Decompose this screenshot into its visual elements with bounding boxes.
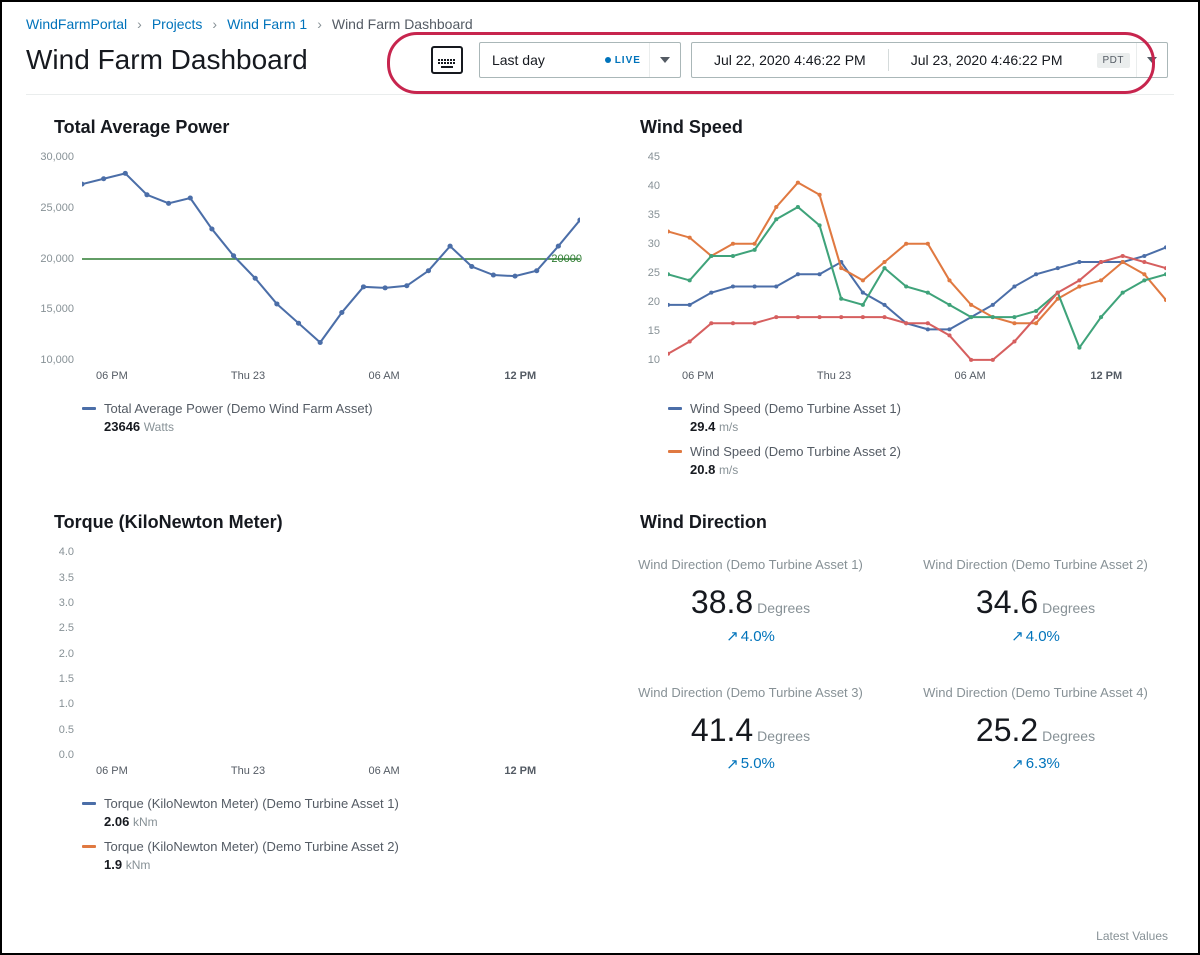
card-wind-speed: Wind Speed 4540353025201510 06 PMThu 230…	[612, 115, 1174, 486]
stat-tile: Wind Direction (Demo Turbine Asset 4)25.…	[903, 685, 1168, 773]
end-time: Jul 23, 2020 4:46:22 PM	[889, 52, 1085, 68]
arrow-up-right-icon: ↗	[726, 755, 739, 773]
chevron-right-icon: ›	[212, 16, 217, 32]
chart-legend: Torque (KiloNewton Meter) (Demo Turbine …	[82, 795, 588, 881]
breadcrumb-current: Wind Farm Dashboard	[332, 16, 473, 32]
breadcrumb-link-projects[interactable]: Projects	[152, 16, 203, 32]
chevron-right-icon: ›	[317, 16, 322, 32]
stat-tile: Wind Direction (Demo Turbine Asset 2)34.…	[903, 557, 1168, 645]
card-torque: Torque (KiloNewton Meter) 4.03.53.02.52.…	[26, 510, 588, 881]
card-title: Wind Speed	[640, 117, 1174, 138]
live-badge: LIVE	[605, 55, 641, 66]
breadcrumb-link-windfarm1[interactable]: Wind Farm 1	[227, 16, 307, 32]
latest-values-label: Latest Values	[1096, 929, 1168, 943]
chevron-down-icon[interactable]	[649, 43, 680, 77]
arrow-up-right-icon: ↗	[1011, 755, 1024, 773]
bar-chart-torque: 4.03.53.02.52.01.51.00.50.0 06 PMThu 230…	[26, 547, 588, 785]
chevron-right-icon: ›	[137, 16, 142, 32]
page-title: Wind Farm Dashboard	[26, 44, 308, 76]
chevron-down-icon[interactable]	[1136, 43, 1167, 77]
card-title: Total Average Power	[54, 117, 588, 138]
time-range-selector[interactable]: Last day LIVE	[479, 42, 681, 78]
line-chart-power: 30,00025,00020,00015,00010,000 20000 06 …	[26, 152, 588, 390]
card-total-average-power: Total Average Power 30,00025,00020,00015…	[26, 115, 588, 486]
chart-legend: Total Average Power (Demo Wind Farm Asse…	[82, 400, 588, 443]
stat-tile: Wind Direction (Demo Turbine Asset 3)41.…	[618, 685, 883, 773]
timezone-badge: PDT	[1097, 53, 1131, 68]
time-range-absolute[interactable]: Jul 22, 2020 4:46:22 PM Jul 23, 2020 4:4…	[691, 42, 1168, 78]
start-time: Jul 22, 2020 4:46:22 PM	[692, 52, 888, 68]
time-range-label: Last day	[480, 52, 605, 68]
breadcrumb: WindFarmPortal › Projects › Wind Farm 1 …	[2, 2, 1198, 38]
threshold-label: 20000	[551, 253, 582, 265]
card-title: Torque (KiloNewton Meter)	[54, 512, 588, 533]
arrow-up-right-icon: ↗	[726, 627, 739, 645]
chart-legend: Wind Speed (Demo Turbine Asset 1)29.4 m/…	[668, 400, 1174, 486]
stat-grid: Wind Direction (Demo Turbine Asset 1)38.…	[612, 547, 1174, 783]
keyboard-icon[interactable]	[431, 46, 463, 74]
arrow-up-right-icon: ↗	[1011, 627, 1024, 645]
card-title: Wind Direction	[640, 512, 1174, 533]
card-wind-direction: Wind Direction Wind Direction (Demo Turb…	[612, 510, 1174, 881]
breadcrumb-link-portal[interactable]: WindFarmPortal	[26, 16, 127, 32]
stat-tile: Wind Direction (Demo Turbine Asset 1)38.…	[618, 557, 883, 645]
line-chart-wind-speed: 4540353025201510 06 PMThu 2306 AM12 PM	[612, 152, 1174, 390]
